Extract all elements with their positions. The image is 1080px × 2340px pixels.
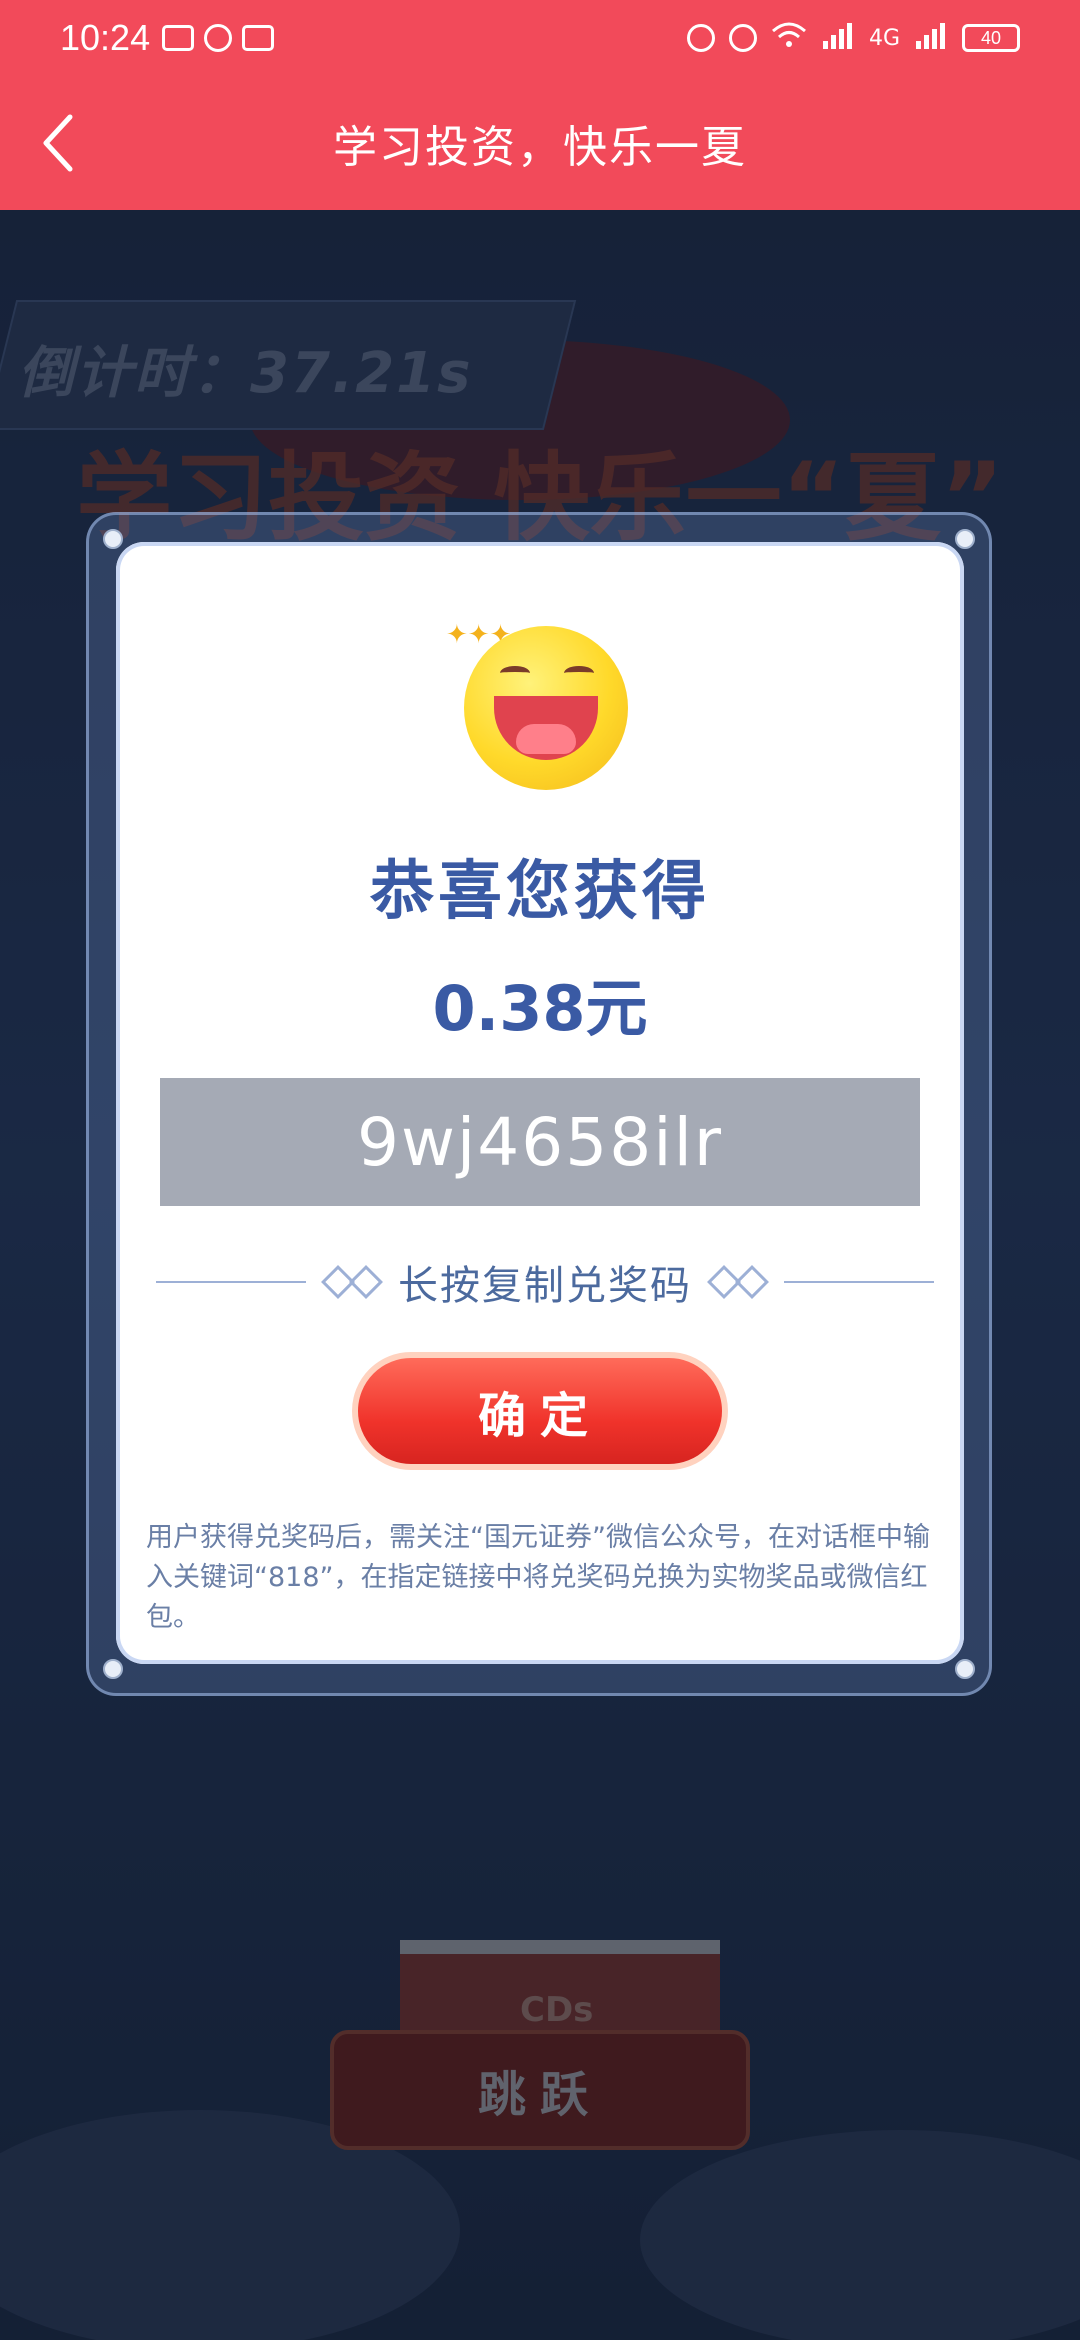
screw-decoration [955,1659,975,1679]
emoji-eye [500,666,530,680]
redeem-code[interactable]: 9wj4658ilr [160,1078,920,1206]
status-left-icons [162,24,275,52]
laughing-face-icon [464,626,628,790]
alarm-icon [686,24,715,52]
copy-hint: 长按复制兑奖码 [398,1263,692,1309]
emoji-eye [564,666,594,680]
video-icon [162,25,195,51]
back-button[interactable] [28,110,88,176]
page-title: 学习投资，快乐一夏 [333,122,747,173]
wechat-icon [204,24,233,52]
battery-icon: 40 [962,24,1020,52]
status-time: 10:24 [60,17,151,58]
emoji-mouth [494,696,598,760]
signal-icon-2 [914,21,948,55]
screw-decoration [103,1659,123,1679]
screw-decoration [103,529,123,549]
status-bar: 10:24 4G 40 [0,0,1080,76]
signal-icon [821,21,855,55]
congrats-heading: 恭喜您获得 [370,855,710,929]
nav-bar: 学习投资，快乐一夏 [0,76,1080,210]
network-type: 4G [868,25,900,51]
mute-icon [728,24,757,52]
diamond-ornament-icon [707,1265,769,1299]
diamond-ornament-icon [321,1265,383,1299]
emoji-tongue [516,724,576,754]
chevron-left-icon [43,114,73,172]
copy-hint-row: 长按复制兑奖码 [130,1252,960,1312]
app-notification-icon [242,25,275,51]
wifi-icon [771,21,807,55]
screw-decoration [955,529,975,549]
redeem-notice: 用户获得兑奖码后，需关注“国元证券”微信公众号，在对话框中输入关键词“818”，… [146,1522,930,1633]
confirm-button[interactable]: 确定 [352,1352,728,1470]
status-right-icons: 4G 40 [686,21,1020,55]
divider-line [784,1281,934,1283]
prize-amount: 0.38元 [432,972,648,1045]
divider-line [156,1281,306,1283]
